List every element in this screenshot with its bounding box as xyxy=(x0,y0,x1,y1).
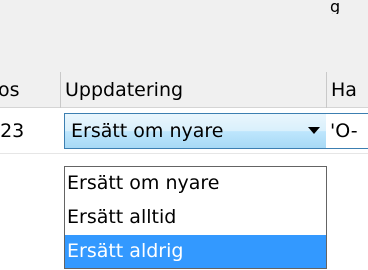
dropdown-option-ersatt-aldrig[interactable]: Ersätt aldrig xyxy=(65,235,326,268)
cell-ha[interactable]: 'O- xyxy=(326,113,368,149)
cell-pos[interactable]: 523 xyxy=(0,108,62,154)
toolbar-caption: g xyxy=(330,0,341,14)
column-header-pos[interactable]: pos xyxy=(0,72,60,108)
uppdatering-combobox[interactable]: Ersätt om nyare xyxy=(64,113,329,149)
row-divider xyxy=(0,153,368,154)
dropdown-option-ersatt-alltid[interactable]: Ersätt alltid xyxy=(65,201,326,234)
chevron-down-icon[interactable] xyxy=(306,114,322,148)
toolbar-area xyxy=(0,0,368,72)
column-header-ha[interactable]: Ha xyxy=(326,72,368,108)
uppdatering-dropdown-list: Ersätt om nyare Ersätt alltid Ersätt ald… xyxy=(64,166,327,269)
combobox-value: Ersätt om nyare xyxy=(71,120,224,142)
dropdown-option-ersatt-om-nyare[interactable]: Ersätt om nyare xyxy=(65,167,326,200)
column-header-uppdatering[interactable]: Uppdatering xyxy=(60,72,326,108)
